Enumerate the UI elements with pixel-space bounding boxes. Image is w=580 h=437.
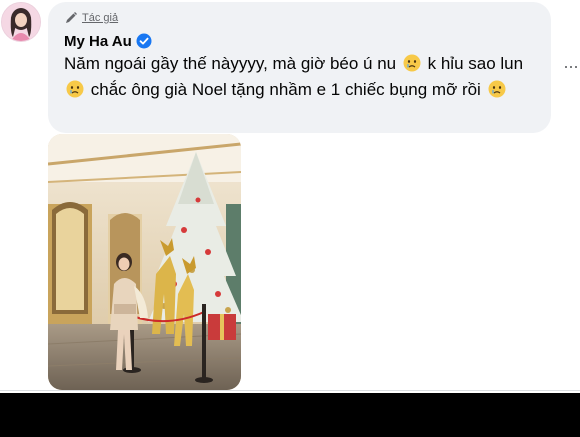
verified-badge-icon: [136, 33, 152, 49]
comment-text-part-3: chắc ông già Noel tặng nhầm e 1 chiếc bụ…: [90, 80, 481, 99]
tearful-face-emoji-icon: [488, 80, 506, 98]
author-row: My Ha Au: [64, 31, 152, 51]
tearful-face-emoji-icon: [66, 80, 84, 98]
author-avatar[interactable]: [1, 2, 41, 42]
more-options-button[interactable]: ...: [563, 53, 579, 72]
comment-text-part-1: Năm ngoái gầy thế nàyyyy, mà giờ béo ú n…: [64, 54, 397, 73]
tearful-face-emoji-icon: [403, 54, 421, 72]
author-badge[interactable]: Tác giả: [64, 11, 118, 25]
author-name[interactable]: My Ha Au: [64, 33, 132, 50]
redaction-bar: [0, 393, 580, 437]
more-options-label: ...: [563, 52, 579, 72]
comment-text: Năm ngoái gầy thế nàyyyy, mà giờ béo ú n…: [64, 51, 546, 103]
divider: [0, 390, 580, 391]
comment-bubble: Tác giả My Ha Au Năm ngoái gầy thế nàyyy…: [48, 2, 551, 133]
author-badge-label[interactable]: Tác giả: [82, 11, 118, 25]
pen-icon: [66, 12, 77, 23]
comment-text-part-2: k hỉu sao lun: [427, 54, 524, 73]
comment-photo-attachment[interactable]: [48, 134, 241, 390]
